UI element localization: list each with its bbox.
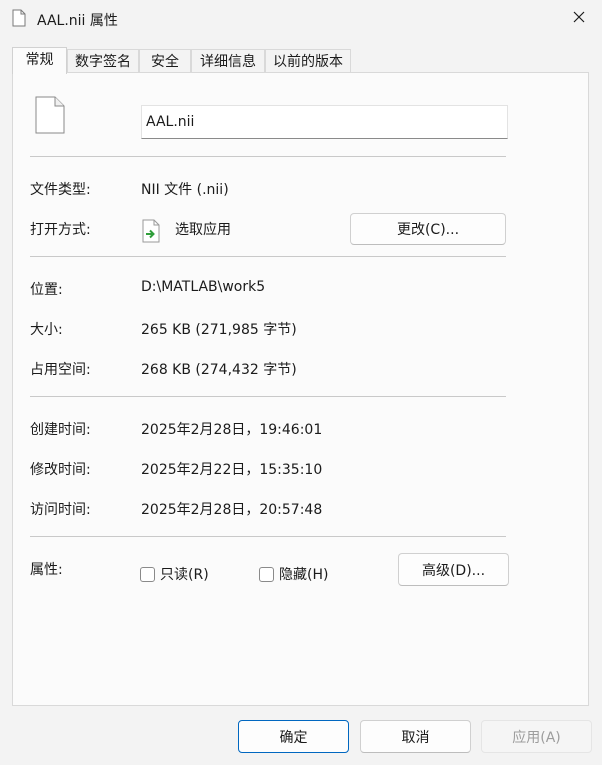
change-button-label: 更改(C)... xyxy=(396,222,460,238)
size-value: 265 KB (271,985 字节) xyxy=(141,322,297,338)
document-icon xyxy=(12,9,26,27)
tab-details[interactable]: 详细信息 xyxy=(191,49,265,73)
document-icon xyxy=(35,96,65,138)
checkbox-box[interactable] xyxy=(259,566,274,582)
created-label: 创建时间: xyxy=(30,422,91,438)
open-with-value: 选取应用 xyxy=(175,222,231,238)
tab-label: 以前的版本 xyxy=(273,54,343,70)
ok-button-label: 确定 xyxy=(279,729,308,746)
close-icon xyxy=(573,11,585,27)
tab-label: 安全 xyxy=(151,54,179,70)
ok-button[interactable]: 确定 xyxy=(238,720,349,753)
cancel-button[interactable]: 取消 xyxy=(360,720,471,753)
tab-label: 详细信息 xyxy=(200,54,256,70)
modified-value: 2025年2月22日，15:35:10 xyxy=(141,462,323,478)
window-title: AAL.nii 属性 xyxy=(37,13,118,29)
green-arrow-file-icon xyxy=(141,219,161,247)
created-value: 2025年2月28日，19:46:01 xyxy=(141,422,323,438)
location-label: 位置: xyxy=(30,282,63,298)
checkbox-box[interactable] xyxy=(140,566,155,582)
file-name-input[interactable] xyxy=(141,105,508,139)
apply-button-label: 应用(A) xyxy=(512,729,561,746)
change-button[interactable]: 更改(C)... xyxy=(350,213,506,245)
tab-label: 常规 xyxy=(25,52,54,68)
tab-digital-signatures[interactable]: 数字签名 xyxy=(67,49,139,73)
size-label: 大小: xyxy=(30,322,63,338)
modified-label: 修改时间: xyxy=(30,462,91,478)
separator xyxy=(30,536,506,537)
hidden-checkbox[interactable]: 隐藏(H) xyxy=(259,564,328,584)
tab-security[interactable]: 安全 xyxy=(139,49,191,73)
separator xyxy=(30,156,506,157)
advanced-button-label: 高级(D)... xyxy=(421,562,486,579)
location-value: D:\MATLAB\work5 xyxy=(141,279,266,295)
accessed-label: 访问时间: xyxy=(30,502,91,518)
close-button[interactable] xyxy=(562,4,596,34)
open-with-label: 打开方式: xyxy=(30,222,91,238)
accessed-value: 2025年2月28日，20:57:48 xyxy=(141,502,323,518)
advanced-button[interactable]: 高级(D)... xyxy=(398,553,509,586)
cancel-button-label: 取消 xyxy=(401,729,430,746)
readonly-checkbox[interactable]: 只读(R) xyxy=(140,564,209,584)
separator xyxy=(30,256,506,257)
file-type-label: 文件类型: xyxy=(30,182,91,198)
disk-size-value: 268 KB (274,432 字节) xyxy=(141,362,297,378)
title-bar: AAL.nii 属性 xyxy=(0,0,602,38)
tab-general[interactable]: 常规 xyxy=(12,47,67,74)
file-type-value: NII 文件 (.nii) xyxy=(141,182,229,198)
general-panel xyxy=(12,72,589,706)
disk-size-label: 占用空间: xyxy=(30,362,91,378)
separator xyxy=(30,396,506,397)
tab-label: 数字签名 xyxy=(75,54,131,70)
tab-previous-versions[interactable]: 以前的版本 xyxy=(265,49,351,73)
apply-button[interactable]: 应用(A) xyxy=(481,720,592,753)
hidden-label: 隐藏(H) xyxy=(279,567,329,583)
attributes-label: 属性: xyxy=(30,562,63,578)
readonly-label: 只读(R) xyxy=(160,567,209,583)
